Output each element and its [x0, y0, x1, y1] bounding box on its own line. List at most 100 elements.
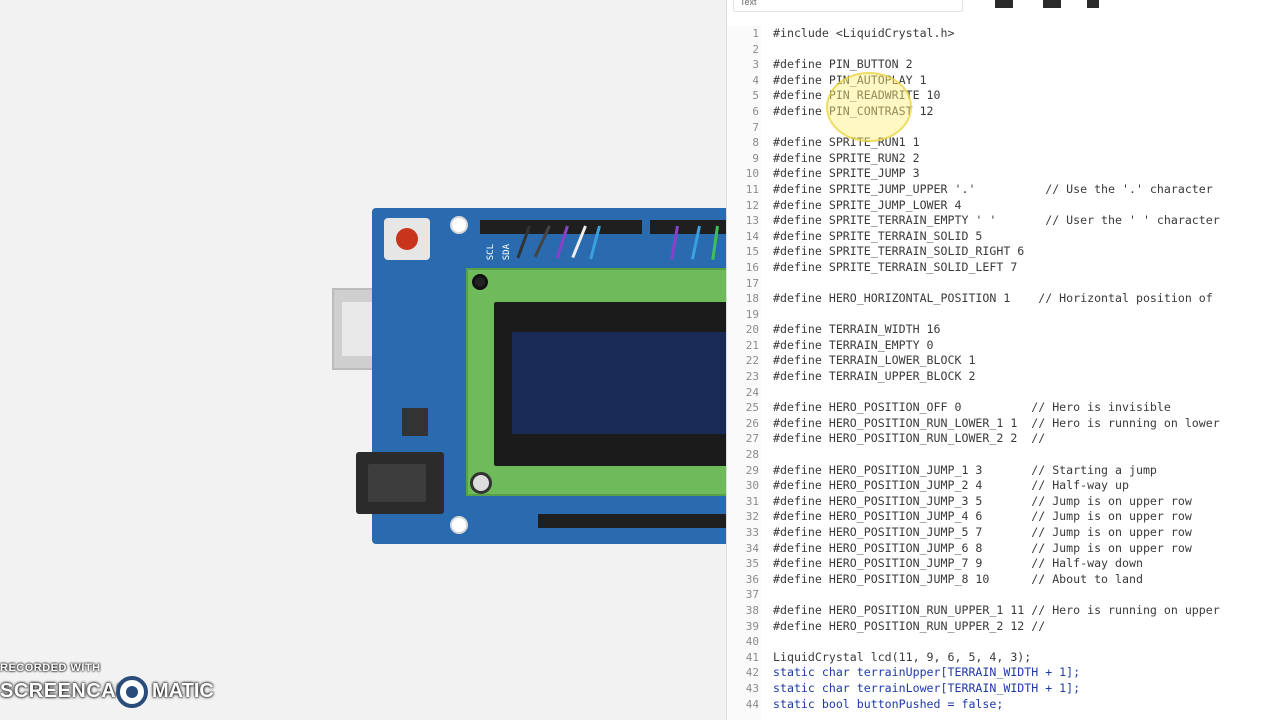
watermark-recorded: RECORDED WITH: [0, 662, 101, 674]
code-line[interactable]: 14 #define SPRITE_TERRAIN_SOLID 5: [727, 229, 1280, 245]
reset-button[interactable]: [396, 228, 418, 250]
code-line[interactable]: 27 #define HERO_POSITION_RUN_LOWER_2 2 //: [727, 431, 1280, 447]
code-line[interactable]: 34 #define HERO_POSITION_JUMP_6 8 // Jump…: [727, 541, 1280, 557]
code-line[interactable]: 10 #define SPRITE_JUMP 3: [727, 166, 1280, 182]
line-number: 2: [752, 42, 759, 56]
code-line[interactable]: 1 #include <LiquidCrystal.h>: [727, 26, 1280, 42]
code-line[interactable]: 22 #define TERRAIN_LOWER_BLOCK 1: [727, 353, 1280, 369]
line-number: 10: [745, 167, 759, 181]
code-line[interactable]: 32 #define HERO_POSITION_JUMP_4 6 // Jump…: [727, 509, 1280, 525]
code-line[interactable]: 41 LiquidCrystal lcd(11, 9, 6, 5, 4, 3);: [727, 650, 1280, 666]
code-line[interactable]: 21 #define TERRAIN_EMPTY 0: [727, 338, 1280, 354]
code-text[interactable]: #define SPRITE_JUMP 3: [773, 166, 920, 182]
code-text[interactable]: #define HERO_POSITION_JUMP_8 10 // About…: [773, 572, 1143, 588]
editor-mode-select[interactable]: Text: [733, 0, 963, 12]
code-line[interactable]: 29 #define HERO_POSITION_JUMP_1 3 // Star…: [727, 463, 1280, 479]
code-text[interactable]: #define HERO_POSITION_JUMP_7 9 // Half-w…: [773, 556, 1143, 572]
circuit-canvas[interactable]: SCL SDA RECORDED WITH SCREENCAST MATIC: [0, 0, 726, 720]
line-number: 7: [752, 120, 759, 134]
code-text[interactable]: #define PIN_BUTTON 2: [773, 57, 913, 73]
code-line[interactable]: 19: [727, 307, 1280, 323]
code-line[interactable]: 40: [727, 634, 1280, 650]
code-text[interactable]: #define HERO_POSITION_RUN_LOWER_1 1 // H…: [773, 416, 1220, 432]
code-text[interactable]: #define HERO_POSITION_RUN_UPPER_2 12 //: [773, 619, 1045, 635]
code-text[interactable]: LiquidCrystal lcd(11, 9, 6, 5, 4, 3);: [773, 650, 1031, 666]
code-line[interactable]: 15 #define SPRITE_TERRAIN_SOLID_RIGHT 6: [727, 244, 1280, 260]
code-text[interactable]: #include <LiquidCrystal.h>: [773, 26, 954, 42]
code-text[interactable]: static bool buttonPushed = false;: [773, 697, 1003, 713]
code-text[interactable]: #define HERO_POSITION_JUMP_6 8 // Jump i…: [773, 541, 1192, 557]
code-text[interactable]: #define HERO_POSITION_JUMP_1 3 // Starti…: [773, 463, 1157, 479]
code-text[interactable]: #define TERRAIN_WIDTH 16: [773, 322, 941, 338]
code-line[interactable]: 8 #define SPRITE_RUN1 1: [727, 135, 1280, 151]
code-text[interactable]: #define TERRAIN_EMPTY 0: [773, 338, 934, 354]
code-line[interactable]: 12 #define SPRITE_JUMP_LOWER 4: [727, 198, 1280, 214]
download-icon[interactable]: [995, 0, 1013, 8]
editor-toolbar: Text: [727, 0, 1280, 14]
code-text[interactable]: #define SPRITE_TERRAIN_EMPTY ' ' // User…: [773, 213, 1220, 229]
code-text[interactable]: #define SPRITE_RUN1 1: [773, 135, 920, 151]
code-line[interactable]: 38 #define HERO_POSITION_RUN_UPPER_1 11 /…: [727, 603, 1280, 619]
code-text[interactable]: #define SPRITE_JUMP_UPPER '.' // Use the…: [773, 182, 1213, 198]
code-line[interactable]: 28: [727, 447, 1280, 463]
code-text[interactable]: #define HERO_HORIZONTAL_POSITION 1 // Ho…: [773, 291, 1213, 307]
code-area[interactable]: 1 #include <LiquidCrystal.h> 2 3 #define PIN…: [727, 26, 1280, 712]
code-line[interactable]: 16 #define SPRITE_TERRAIN_SOLID_LEFT 7: [727, 260, 1280, 276]
code-text[interactable]: static char terrainLower[TERRAIN_WIDTH +…: [773, 681, 1080, 697]
code-line[interactable]: 42 static char terrainUpper[TERRAIN_WIDTH…: [727, 665, 1280, 681]
code-line[interactable]: 4 #define PIN_AUTOPLAY 1: [727, 73, 1280, 89]
code-text[interactable]: #define SPRITE_TERRAIN_SOLID_RIGHT 6: [773, 244, 1024, 260]
code-text[interactable]: #define SPRITE_TERRAIN_SOLID_LEFT 7: [773, 260, 1017, 276]
code-line[interactable]: 39 #define HERO_POSITION_RUN_UPPER_2 12 /…: [727, 619, 1280, 635]
mount-hole: [450, 516, 468, 534]
code-line[interactable]: 26 #define HERO_POSITION_RUN_LOWER_1 1 //…: [727, 416, 1280, 432]
line-number: 25: [745, 401, 759, 415]
code-line[interactable]: 43 static char terrainLower[TERRAIN_WIDTH…: [727, 681, 1280, 697]
code-line[interactable]: 11 #define SPRITE_JUMP_UPPER '.' // Use t…: [727, 182, 1280, 198]
code-text[interactable]: #define HERO_POSITION_RUN_UPPER_1 11 // …: [773, 603, 1220, 619]
code-line[interactable]: 2: [727, 42, 1280, 58]
code-line[interactable]: 30 #define HERO_POSITION_JUMP_2 4 // Half…: [727, 478, 1280, 494]
code-text[interactable]: #define TERRAIN_UPPER_BLOCK 2: [773, 369, 975, 385]
code-line[interactable]: 9 #define SPRITE_RUN2 2: [727, 151, 1280, 167]
mount-hole: [450, 216, 468, 234]
code-line[interactable]: 31 #define HERO_POSITION_JUMP_3 5 // Jump…: [727, 494, 1280, 510]
code-text[interactable]: #define SPRITE_JUMP_LOWER 4: [773, 198, 961, 214]
line-number: 30: [745, 479, 759, 493]
code-line[interactable]: 6 #define PIN_CONTRAST 12: [727, 104, 1280, 120]
line-number: 8: [752, 136, 759, 150]
code-text[interactable]: #define SPRITE_TERRAIN_SOLID 5: [773, 229, 982, 245]
screencast-logo-icon: [116, 676, 148, 708]
code-line[interactable]: 23 #define TERRAIN_UPPER_BLOCK 2: [727, 369, 1280, 385]
code-text[interactable]: #define SPRITE_RUN2 2: [773, 151, 920, 167]
code-line[interactable]: 33 #define HERO_POSITION_JUMP_5 7 // Jump…: [727, 525, 1280, 541]
line-number: 6: [752, 104, 759, 118]
code-text[interactable]: #define HERO_POSITION_JUMP_5 7 // Jump i…: [773, 525, 1192, 541]
code-line[interactable]: 13 #define SPRITE_TERRAIN_EMPTY ' ' // Us…: [727, 213, 1280, 229]
code-line[interactable]: 36 #define HERO_POSITION_JUMP_8 10 // Abo…: [727, 572, 1280, 588]
code-text[interactable]: #define HERO_POSITION_OFF 0 // Hero is i…: [773, 400, 1171, 416]
code-text[interactable]: #define HERO_POSITION_RUN_LOWER_2 2 //: [773, 431, 1045, 447]
code-line[interactable]: 5 #define PIN_READWRITE 10: [727, 88, 1280, 104]
code-line[interactable]: 44 static bool buttonPushed = false;: [727, 697, 1280, 713]
code-editor-panel[interactable]: Text 1 #include <LiquidCrystal.h> 2 3 #defin…: [726, 0, 1280, 720]
pin-label-sda: SDA: [502, 244, 512, 261]
code-text[interactable]: #define HERO_POSITION_JUMP_4 6 // Jump i…: [773, 509, 1192, 525]
lcd-screen: [512, 332, 726, 434]
code-text[interactable]: #define HERO_POSITION_JUMP_2 4 // Half-w…: [773, 478, 1129, 494]
code-line[interactable]: 7: [727, 120, 1280, 136]
code-text[interactable]: static char terrainUpper[TERRAIN_WIDTH +…: [773, 665, 1080, 681]
voltage-regulator: [402, 408, 428, 436]
code-line[interactable]: 24: [727, 385, 1280, 401]
code-text[interactable]: #define HERO_POSITION_JUMP_3 5 // Jump i…: [773, 494, 1192, 510]
code-line[interactable]: 18 #define HERO_HORIZONTAL_POSITION 1 // …: [727, 291, 1280, 307]
code-line[interactable]: 37: [727, 587, 1280, 603]
code-text[interactable]: #define TERRAIN_LOWER_BLOCK 1: [773, 353, 975, 369]
code-line[interactable]: 17: [727, 276, 1280, 292]
code-line[interactable]: 3 #define PIN_BUTTON 2: [727, 57, 1280, 73]
code-line[interactable]: 20 #define TERRAIN_WIDTH 16: [727, 322, 1280, 338]
code-line[interactable]: 25 #define HERO_POSITION_OFF 0 // Hero is…: [727, 400, 1280, 416]
code-line[interactable]: 35 #define HERO_POSITION_JUMP_7 9 // Half…: [727, 556, 1280, 572]
debug-icon[interactable]: [1087, 0, 1099, 8]
upload-icon[interactable]: [1043, 0, 1061, 8]
